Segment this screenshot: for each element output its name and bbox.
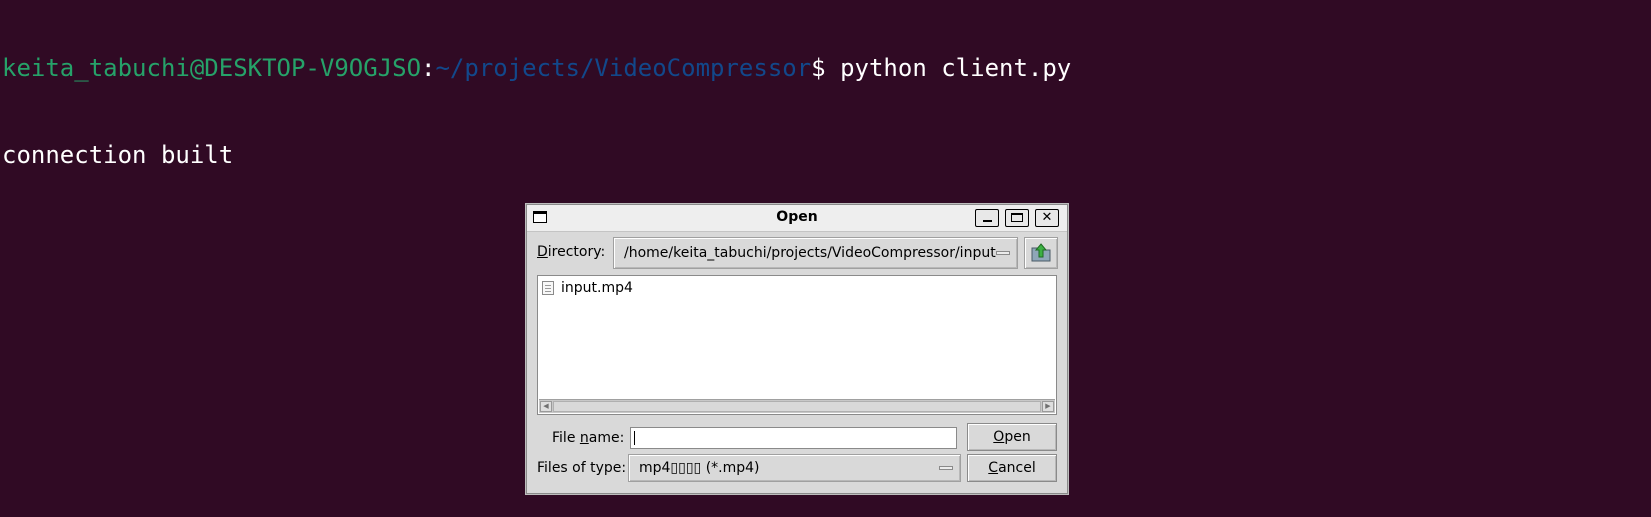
text-caret [634, 431, 635, 445]
file-icon [542, 281, 554, 295]
chevron-down-icon [996, 251, 1010, 255]
directory-combobox[interactable]: /home/keita_tabuchi/projects/VideoCompre… [613, 237, 1018, 269]
open-button[interactable]: Open [967, 423, 1057, 451]
cancel-button[interactable]: Cancel [967, 454, 1057, 482]
open-file-dialog: Open Directory: /home/keita_tabuchi/proj… [526, 204, 1068, 494]
scroll-right-icon[interactable]: ▶ [1042, 401, 1054, 412]
chevron-down-icon [939, 466, 953, 470]
filetype-label: Files of type: [537, 460, 627, 476]
file-name: input.mp4 [561, 280, 633, 296]
prompt-colon: : [421, 54, 436, 82]
dialog-titlebar[interactable]: Open [527, 205, 1067, 232]
filetype-combobox[interactable]: mp4▯▯▯▯ (*.mp4) [628, 454, 961, 482]
scroll-left-icon[interactable]: ◀ [540, 401, 552, 412]
filename-label: File name: [552, 430, 625, 446]
minimize-icon[interactable] [975, 209, 999, 227]
file-list[interactable]: input.mp4 ◀ ▶ [537, 275, 1057, 415]
horizontal-scrollbar[interactable]: ◀ ▶ [539, 399, 1055, 413]
filename-input[interactable] [630, 427, 957, 449]
folder-up-button[interactable] [1024, 237, 1058, 269]
prompt-user-host: keita_tabuchi@DESKTOP-V9OGJSO [2, 54, 422, 82]
terminal-command-line: keita_tabuchi@DESKTOP-V9OGJSO:~/projects… [2, 54, 1071, 83]
maximize-icon[interactable] [1005, 209, 1029, 227]
prompt-path: ~/projects/VideoCompressor [435, 54, 812, 82]
directory-value: /home/keita_tabuchi/projects/VideoCompre… [624, 245, 996, 261]
close-icon[interactable] [1035, 209, 1059, 227]
terminal-output-line: connection built [2, 141, 234, 169]
terminal-output: keita_tabuchi@DESKTOP-V9OGJSO:~/projects… [2, 0, 1071, 199]
prompt-command: $ python client.py [811, 54, 1072, 82]
directory-label: Directory: [537, 244, 606, 260]
folder-up-icon [1031, 243, 1051, 262]
scrollbar-thumb[interactable] [553, 401, 1041, 412]
filetype-value: mp4▯▯▯▯ (*.mp4) [639, 460, 760, 476]
